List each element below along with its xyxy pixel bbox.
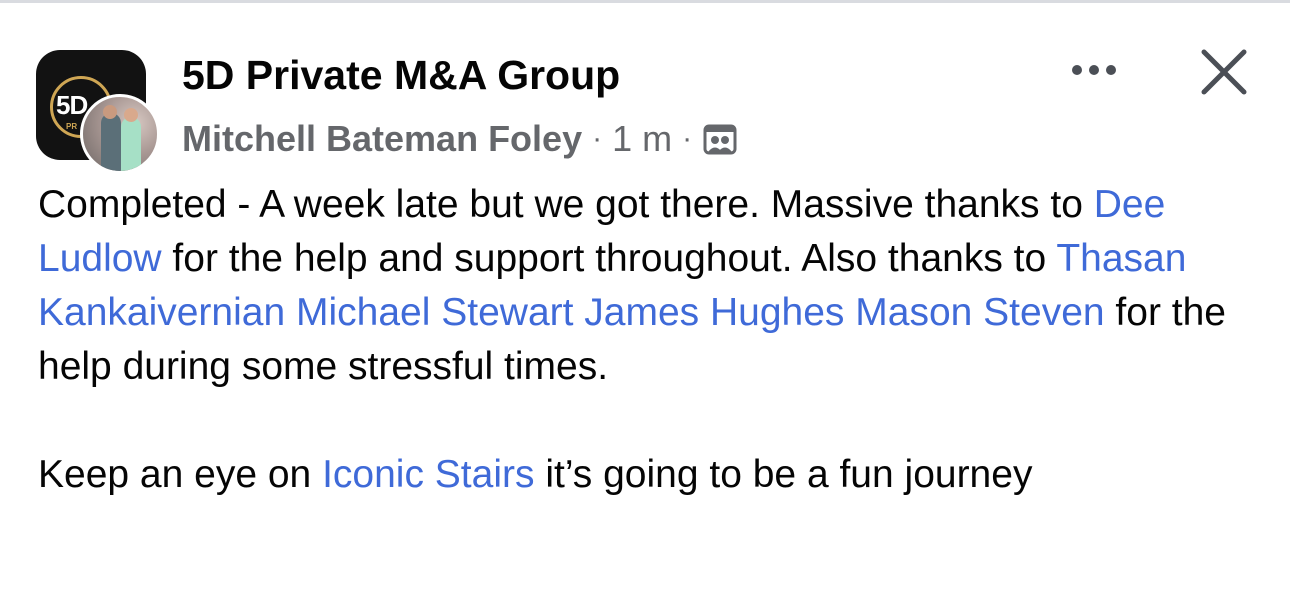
avatar-person-right <box>121 117 141 171</box>
avatar-person-left <box>101 113 121 171</box>
author-avatar[interactable] <box>80 94 160 174</box>
close-icon <box>1201 49 1247 95</box>
meta-separator: · <box>592 122 603 155</box>
more-options-dot <box>1106 65 1116 75</box>
mention-space <box>844 291 855 334</box>
post-text: it’s going to be a fun journey <box>534 453 1033 496</box>
post-text: Keep an eye on <box>38 453 323 496</box>
mention-space <box>573 291 584 334</box>
logo-text: 5D <box>56 90 88 120</box>
post-text: Completed - A week late but we got there… <box>38 183 1094 226</box>
mention-space <box>285 291 296 334</box>
avatar-head-right <box>124 108 138 122</box>
avatar-head-left <box>103 105 117 119</box>
top-divider <box>0 0 1290 3</box>
meta-separator-2: · <box>682 122 693 155</box>
post-paragraph-1: Completed - A week late but we got there… <box>38 178 1263 394</box>
mention-iconic-stairs[interactable]: Iconic Stairs <box>322 453 534 496</box>
more-options-icon <box>1072 65 1082 75</box>
post-paragraph-2: Keep an eye on Iconic Stairs it’s going … <box>38 448 1263 502</box>
post-body: Completed - A week late but we got there… <box>38 178 1263 502</box>
author-name[interactable]: Mitchell Bateman Foley <box>182 118 582 160</box>
group-members-icon <box>702 121 738 157</box>
mention-michael-stewart[interactable]: Michael Stewart <box>296 291 573 334</box>
mention-james-hughes[interactable]: James Hughes <box>584 291 844 334</box>
more-options-dot <box>1089 65 1099 75</box>
post-time[interactable]: 1 m <box>612 118 672 160</box>
logo-subtext: PR <box>66 122 78 131</box>
more-options-button[interactable] <box>1062 52 1126 88</box>
post-meta: Mitchell Bateman Foley · 1 m · <box>182 116 738 162</box>
mention-mason-steven[interactable]: Mason Steven <box>855 291 1104 334</box>
group-name[interactable]: 5D Private M&A Group <box>182 52 620 99</box>
close-button[interactable] <box>1196 44 1252 100</box>
post-text: for the help and support throughout. Als… <box>161 237 1057 280</box>
